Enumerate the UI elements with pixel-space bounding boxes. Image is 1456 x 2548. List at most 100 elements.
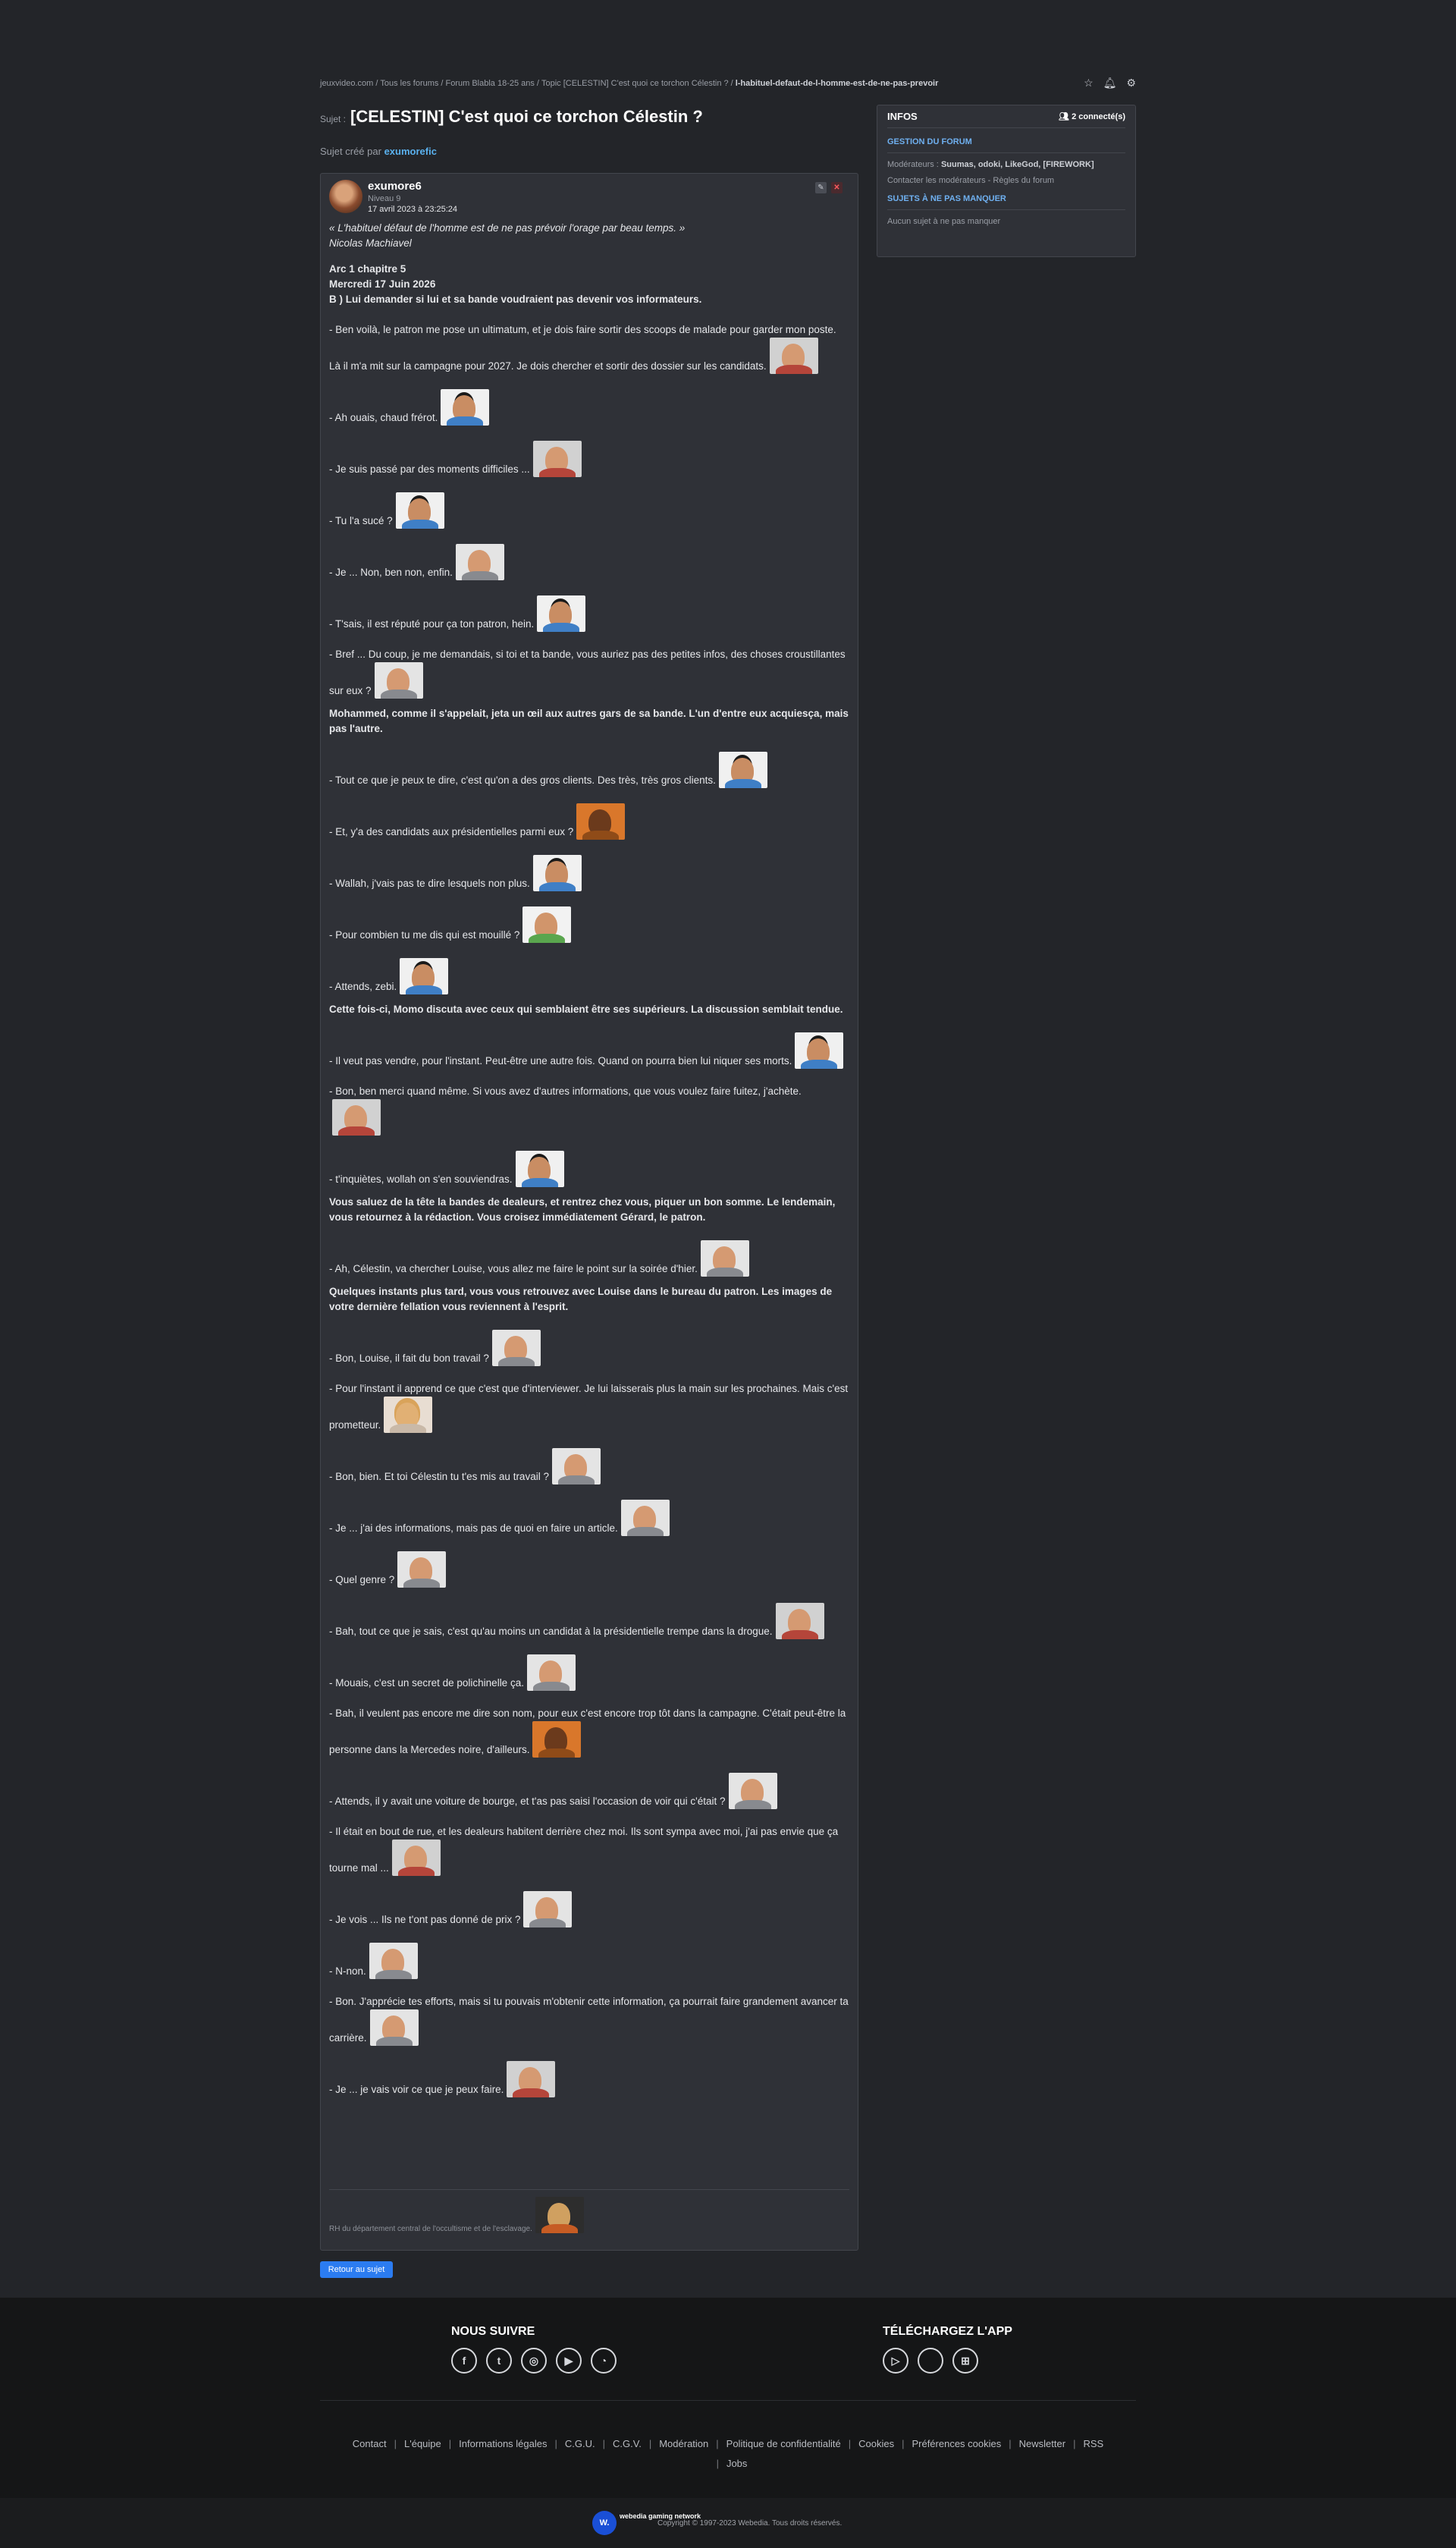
sticker-image[interactable] [537,595,586,632]
dialogue-line: - Tu l'a sucé ? [329,492,849,529]
section-forum-management: GESTION DU FORUM [887,137,1125,153]
close-icon[interactable]: ✕ [831,182,843,193]
footer-link[interactable]: C.G.U. [565,2438,595,2449]
footer-link[interactable]: L'équipe [404,2438,441,2449]
dialogue-line: - Ah, Célestin, va chercher Louise, vous… [329,1240,849,1277]
post-date[interactable]: 17 avril 2023 à 23:25:24 [368,205,457,214]
dialogue-line: - Ah ouais, chaud frérot. [329,389,849,426]
avatar[interactable] [329,180,362,213]
sticker-image[interactable] [374,662,423,699]
signature-divider [329,2189,849,2190]
sticker-image[interactable] [395,492,444,529]
pencil-icon[interactable]: ✎ [815,182,827,193]
breadcrumb-sep: / [536,78,539,88]
line-text: - Tu l'a sucé ? [329,515,393,526]
dialogue-line: - Je suis passé par des moments difficil… [329,441,849,477]
breadcrumb-item-topic[interactable]: Topic [CELESTIN] C'est quoi ce torchon C… [541,79,729,88]
sticker-image[interactable] [551,1448,601,1485]
bell-icon[interactable]: 🔔︎ [1103,77,1117,90]
back-to-topic-button[interactable]: Retour au sujet [320,2261,393,2278]
footer-bottom: W. webedia gaming network Copyright © 19… [0,2498,1456,2548]
instagram-icon[interactable]: ◎ [521,2348,547,2374]
line-text: - Je ... Non, ben non, enfin. [329,567,453,578]
sticker-image[interactable] [795,1032,844,1069]
footer-link-separator: | [902,2438,905,2449]
sticker-image[interactable] [718,752,767,788]
sticker-image[interactable] [384,1397,433,1433]
sticker-image[interactable] [369,2009,419,2046]
dialogue-line: - Pour l'instant il apprend ce que c'est… [329,1381,849,1433]
moderators-list[interactable]: Suumas, odoki, LikeGod, [FIREWORK] [941,160,1094,169]
online-count-text: 2 connecté(s) [1072,112,1125,121]
youtube-icon[interactable]: ▶ [556,2348,582,2374]
star-icon[interactable]: ☆ [1084,77,1094,90]
signature-image [535,2197,584,2233]
sticker-image[interactable] [455,544,504,580]
sticker-image[interactable] [441,389,490,426]
sticker-image[interactable] [532,855,582,891]
sticker-image[interactable] [775,1603,824,1639]
sticker-image[interactable] [769,338,818,374]
footer-link[interactable]: Informations légales [459,2438,547,2449]
footer-link[interactable]: C.G.V. [613,2438,642,2449]
footer-link[interactable]: RSS [1083,2438,1103,2449]
webedia-logo[interactable]: W. [592,2511,617,2535]
dialogue-line: - Bah, il veulent pas encore me dire son… [329,1706,849,1758]
sticker-image[interactable] [576,803,626,840]
footer-link[interactable]: Newsletter [1019,2438,1065,2449]
footer-link[interactable]: Contact [353,2438,387,2449]
line-text: - Je ... je vais voir ce que je peux fai… [329,2084,504,2095]
sticker-image[interactable] [532,1721,582,1758]
sticker-image[interactable] [391,1840,441,1876]
footer-link[interactable]: Modération [659,2438,708,2449]
copyright: Copyright © 1997-2023 Webedia. Tous droi… [657,2519,843,2528]
google-play-icon[interactable]: ▷ [883,2348,908,2374]
app-icons: ▷ ⊞ [883,2348,978,2374]
breadcrumb-item-forums[interactable]: Tous les forums [380,79,438,88]
line-text: - t'inquiètes, wollah on s'en souviendra… [329,1173,513,1185]
created-label: Sujet créé par [320,146,381,157]
dialogue-line: - Bref ... Du coup, je me demandais, si … [329,647,849,699]
line-text: - Bah, il veulent pas encore me dire son… [329,1708,846,1755]
sticker-image[interactable] [526,1654,576,1691]
facebook-icon[interactable]: f [451,2348,477,2374]
sticker-image[interactable] [397,1551,447,1588]
sticker-image[interactable] [491,1330,541,1366]
narration-line: Vous saluez de la tête la bandes de deal… [329,1195,849,1225]
rss-icon[interactable]: ◔ [591,2348,617,2374]
moderators-label: Modérateurs : [887,160,939,169]
footer-divider [320,2400,1136,2401]
gear-icon[interactable]: ⚙ [1126,77,1136,90]
breadcrumb-item-forum[interactable]: Forum Blabla 18-25 ans [445,79,534,88]
dialogue-line: - Mouais, c'est un secret de polichinell… [329,1654,849,1691]
sticker-image[interactable] [515,1151,564,1187]
sticker-image[interactable] [369,1943,418,1979]
breadcrumb-item-home[interactable]: jeuxvideo.com [320,79,373,88]
footer-link-separator: | [1009,2438,1012,2449]
footer-link[interactable]: Politique de confidentialité [726,2438,841,2449]
online-count[interactable]: 👥︎ 2 connecté(s) [1059,112,1125,121]
twitter-icon[interactable]: t [486,2348,512,2374]
dialogue-line: - Bon, bien. Et toi Célestin tu t'es mis… [329,1448,849,1485]
footer-link[interactable]: Jobs [726,2458,747,2469]
windows-icon[interactable]: ⊞ [952,2348,978,2374]
creator-link[interactable]: exumorefic [384,146,437,157]
apple-icon[interactable] [918,2348,943,2374]
sticker-image[interactable] [400,958,449,994]
dialogue-line: - Bon, Louise, il fait du bon travail ? [329,1330,849,1366]
sticker-image[interactable] [522,906,572,943]
sticker-image[interactable] [700,1240,749,1277]
footer-link[interactable]: Préférences cookies [912,2438,1001,2449]
sticker-image[interactable] [728,1773,777,1809]
sticker-image[interactable] [332,1099,381,1136]
sticker-image[interactable] [620,1500,670,1536]
contact-moderators-link[interactable]: Contacter les modérateurs - Règles du fo… [887,176,1125,185]
sticker-image[interactable] [507,2061,556,2097]
sidebar-infos: INFOS 👥︎ 2 connecté(s) GESTION DU FORUM … [877,105,1136,257]
post-author[interactable]: exumore6 [368,180,422,193]
line-text: - Attends, zebi. [329,981,397,992]
line-text: - Tout ce que je peux te dire, c'est qu'… [329,774,716,786]
footer-link[interactable]: Cookies [858,2438,894,2449]
sticker-image[interactable] [523,1891,573,1927]
sticker-image[interactable] [532,441,582,477]
